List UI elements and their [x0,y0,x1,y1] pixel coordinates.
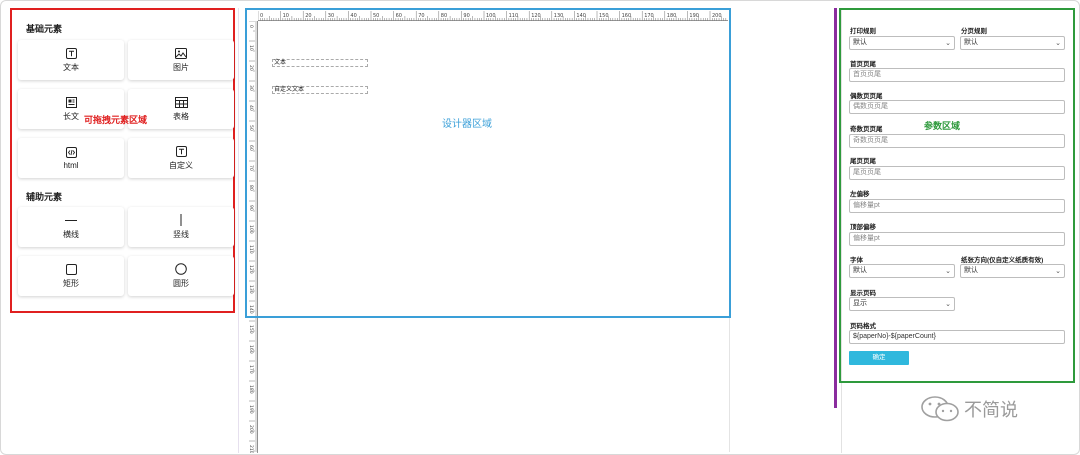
element-label: 横线 [63,229,79,240]
print-rule-select[interactable]: 默认 ⌄ [849,36,955,50]
orientation-select[interactable]: 默认 ⌄ [960,264,1065,278]
ruler-label: 210 [249,445,254,453]
page-format-input[interactable]: ${paperNo}-${paperCount} [849,330,1065,344]
element-label: 自定义 [169,160,193,171]
even-footer-input[interactable]: 偶数页页尾 [849,100,1065,114]
left-offset-input[interactable]: 偏移量pt [849,199,1065,213]
ruler-label: 190 [249,405,254,414]
last-footer-input[interactable]: 尾页页尾 [849,166,1065,180]
font-value: 默认 [853,267,867,274]
ruler-label: 180 [249,385,254,394]
element-html[interactable]: html [18,138,124,178]
rect-icon [66,263,77,275]
odd-footer-label: 奇数页页尾 [850,123,883,133]
panel-separator-bar [834,8,837,408]
left-offset-label: 左偏移 [850,188,870,198]
element-label: 文本 [63,62,79,73]
ruler-label: 160 [249,345,254,354]
element-label: 长文 [63,111,79,122]
drag-area-label: 可拖拽元素区域 [84,113,147,126]
orientation-label: 纸张方向(仅自定义纸质有效) [961,254,1043,264]
text-icon [66,47,77,59]
wechat-icon [920,396,960,422]
draggable-elements-panel: 基础元素 文本 图片 长文 表格 html 自定义 可拖拽元素区 [10,8,235,313]
hline-icon [64,214,78,226]
ruler-label: 170 [249,365,254,374]
confirm-button[interactable]: 确定 [849,351,909,365]
element-hline[interactable]: 横线 [18,207,124,247]
aux-elements-title: 辅助元素 [26,190,62,203]
print-rule-label: 打印规则 [850,25,876,35]
long-text-icon [66,96,77,108]
element-label: 图片 [173,62,189,73]
element-text[interactable]: 文本 [18,40,124,80]
params-area-label: 参数区域 [924,119,960,132]
page-rule-select[interactable]: 默认 ⌄ [960,36,1065,50]
odd-footer-input[interactable]: 奇数页页尾 [849,134,1065,148]
last-footer-label: 尾页页尾 [850,155,876,165]
chevron-down-icon: ⌄ [1055,38,1061,50]
designer-area [245,8,731,318]
element-label: 矩形 [63,278,79,289]
element-label: 表格 [173,111,189,122]
chevron-down-icon: ⌄ [945,299,951,311]
chevron-down-icon: ⌄ [945,38,951,50]
circle-icon [175,263,187,275]
code-icon [66,146,77,158]
show-page-select[interactable]: 显示 ⌄ [849,297,955,311]
element-vline[interactable]: 竖线 [128,207,234,247]
watermark-text: 不简说 [964,396,1018,422]
element-custom[interactable]: 自定义 [128,138,234,178]
element-label: html [63,161,78,170]
top-offset-input[interactable]: 偏移量pt [849,232,1065,246]
element-rect[interactable]: 矩形 [18,256,124,296]
font-select[interactable]: 默认 ⌄ [849,264,955,278]
element-label: 竖线 [173,229,189,240]
watermark: 不简说 [920,396,1018,422]
font-label: 字体 [850,254,863,264]
first-footer-input[interactable]: 首页页尾 [849,68,1065,82]
element-circle[interactable]: 圆形 [128,256,234,296]
first-footer-label: 首页页尾 [850,58,876,68]
element-image[interactable]: 图片 [128,40,234,80]
element-label: 圆形 [173,278,189,289]
custom-text-icon [176,145,187,157]
basic-elements-title: 基础元素 [26,22,62,35]
show-page-label: 显示页码 [850,287,876,297]
page-rule-label: 分页规则 [961,25,987,35]
ruler-label: 200 [249,425,254,434]
top-offset-label: 顶部偏移 [850,221,876,231]
table-icon [175,96,188,108]
image-icon [175,47,187,59]
ruler-label: 150 [249,325,254,334]
chevron-down-icon: ⌄ [945,266,951,278]
show-page-value: 显示 [853,300,867,307]
even-footer-label: 偶数页页尾 [850,90,883,100]
print-rule-value: 默认 [853,39,867,46]
page-format-label: 页码格式 [850,320,876,330]
orientation-value: 默认 [964,267,978,274]
designer-area-label: 设计器区域 [442,115,492,130]
vline-icon [179,214,183,226]
page-rule-value: 默认 [964,39,978,46]
chevron-down-icon: ⌄ [1055,266,1061,278]
left-panel-divider [238,8,239,453]
